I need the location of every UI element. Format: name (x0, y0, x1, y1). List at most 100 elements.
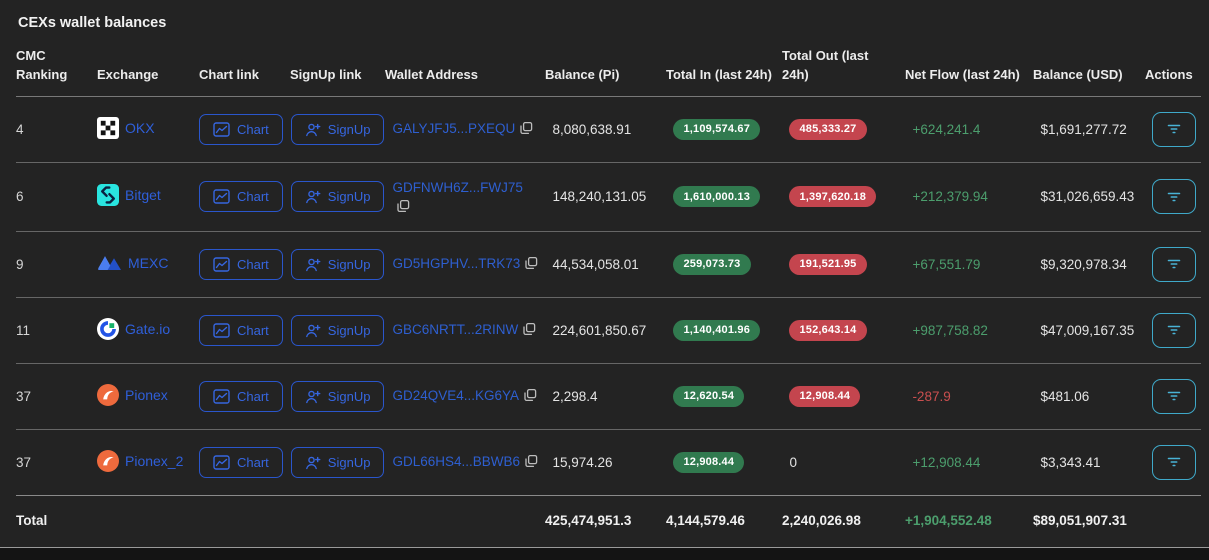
balance-pi-value: 148,240,131.05 (552, 189, 647, 205)
net-flow-value: +987,758.82 (912, 322, 988, 338)
net-flow-value: +212,379.94 (912, 189, 988, 205)
table-row: 4 OKX Chart SignUp GALYJFJ5...PXEQU 8,08… (16, 97, 1201, 163)
row-actions-button[interactable] (1152, 378, 1197, 414)
okx-logo-icon (97, 116, 119, 139)
signup-button[interactable]: SignUp (290, 248, 385, 280)
signup-button-label: SignUp (327, 322, 371, 338)
signup-button-label: SignUp (327, 189, 371, 205)
copy-icon[interactable] (523, 388, 537, 405)
total-out-value: 1,397,620.18 (789, 186, 877, 208)
line-chart-icon (213, 454, 230, 470)
signup-button-label: SignUp (327, 388, 371, 404)
copy-icon[interactable] (524, 256, 538, 273)
chart-button-label: Chart (237, 256, 269, 272)
total-label: Total (16, 512, 48, 528)
total-balance-usd: $89,051,907.31 (1033, 512, 1127, 528)
wallet-address-link[interactable]: GDFNWH6Z...FWJ75 (392, 180, 523, 195)
total-out-value: 12,908.44 (789, 385, 861, 407)
exchange-link[interactable]: OKX (97, 116, 155, 139)
balance-usd-value: $31,026,659.43 (1040, 189, 1135, 205)
filter-icon (1166, 390, 1182, 402)
exchange-link[interactable]: Pionex_2 (97, 449, 184, 472)
wallet-address-link[interactable]: GD24QVE4...KG6YA (392, 388, 519, 403)
total-in-badge: 1,109,574.67 (673, 118, 761, 140)
balance-pi-value: 2,298.4 (552, 388, 598, 404)
person-plus-icon (305, 257, 321, 272)
copy-icon[interactable] (519, 121, 533, 138)
balance-usd-value: $1,691,277.72 (1040, 121, 1127, 137)
chart-button[interactable]: Chart (199, 181, 283, 213)
line-chart-icon (213, 189, 230, 204)
exchange-name: Pionex_2 (125, 452, 184, 469)
table-row: 9 MEXC Chart SignUp GD5HGPHV...TRK73 44,… (16, 232, 1201, 298)
column-header-cmc-ranking: CMC Ranking (16, 48, 68, 82)
mexc-logo-icon (97, 253, 122, 273)
total-out-value: 0 (789, 454, 797, 470)
chart-button[interactable]: Chart (199, 248, 283, 280)
line-chart-icon (213, 322, 230, 338)
chart-button-label: Chart (237, 121, 269, 137)
total-row: Total 425,474,951.3 4,144,579.46 2,240,0… (16, 494, 1201, 547)
exchange-link[interactable]: MEXC (97, 253, 168, 273)
balance-pi-value: 8,080,638.91 (552, 121, 632, 137)
total-in-badge: 1,140,401.96 (673, 319, 761, 341)
net-flow-value: +12,908.44 (912, 454, 981, 470)
copy-icon[interactable] (522, 322, 536, 339)
total-in-badge: 12,908.44 (673, 451, 745, 473)
total-out-value: 2,240,026.98 (782, 512, 861, 528)
balance-usd-value: $9,320,978.34 (1040, 256, 1127, 272)
chart-button[interactable]: Chart (199, 113, 283, 145)
chart-button-label: Chart (237, 322, 269, 338)
row-actions-button[interactable] (1152, 179, 1197, 215)
signup-button[interactable]: SignUp (290, 446, 385, 478)
filter-icon (1166, 456, 1182, 468)
chart-button-label: Chart (237, 454, 269, 470)
exchange-link[interactable]: Bitget (97, 184, 161, 207)
pionex-logo-icon (97, 449, 119, 472)
wallet-address-link[interactable]: GBC6NRTT...2RINW (392, 322, 518, 337)
gateio-logo-icon (97, 317, 119, 340)
filter-icon (1166, 324, 1182, 336)
row-actions-button[interactable] (1152, 312, 1197, 348)
balance-usd-value: $481.06 (1040, 388, 1090, 404)
cex-wallet-balances-card: CEXs wallet balances CMC Ranking Exchang… (0, 0, 1209, 548)
signup-button-label: SignUp (327, 454, 371, 470)
copy-icon[interactable] (396, 199, 410, 216)
wallet-address-link[interactable]: GD5HGPHV...TRK73 (392, 256, 520, 271)
column-header-wallet-address: Wallet Address (385, 66, 478, 82)
signup-button[interactable]: SignUp (290, 314, 385, 346)
column-header-total-out: Total Out (last 24h) (782, 48, 869, 82)
table-body: 4 OKX Chart SignUp GALYJFJ5...PXEQU 8,08… (16, 97, 1201, 496)
signup-button-label: SignUp (327, 121, 371, 137)
column-header-balance-usd: Balance (USD) (1033, 66, 1123, 82)
signup-button[interactable]: SignUp (290, 380, 385, 412)
exchange-link[interactable]: Pionex (97, 383, 168, 406)
row-actions-button[interactable] (1152, 246, 1197, 282)
wallet-address-link[interactable]: GALYJFJ5...PXEQU (392, 121, 515, 136)
chart-button[interactable]: Chart (199, 446, 283, 478)
signup-button-label: SignUp (327, 256, 371, 272)
total-balance-pi: 425,474,951.3 (545, 512, 632, 528)
chart-button[interactable]: Chart (199, 314, 283, 346)
row-actions-button[interactable] (1152, 444, 1197, 480)
table-row: 37 Pionex Chart SignUp GD24QVE4...KG6YA … (16, 364, 1201, 430)
filter-icon (1166, 258, 1182, 270)
exchange-link[interactable]: Gate.io (97, 317, 170, 340)
balance-usd-value: $3,343.41 (1040, 454, 1101, 470)
balance-pi-value: 15,974.26 (552, 454, 613, 470)
chart-button[interactable]: Chart (199, 380, 283, 412)
total-net-flow-value: +1,904,552.48 (905, 512, 992, 528)
exchange-name: Pionex (125, 386, 168, 403)
total-in-badge: 12,620.54 (673, 385, 745, 407)
row-actions-button[interactable] (1152, 111, 1197, 147)
balance-usd-value: $47,009,167.35 (1040, 322, 1135, 338)
net-flow-value: -287.9 (912, 388, 951, 404)
wallet-address-link[interactable]: GDL66HS4...BBWB6 (392, 454, 520, 469)
net-flow-value: +67,551.79 (912, 256, 981, 272)
copy-icon[interactable] (524, 454, 538, 471)
filter-icon (1166, 123, 1182, 135)
total-in-value: 4,144,579.46 (666, 512, 745, 528)
line-chart-icon (213, 256, 230, 272)
signup-button[interactable]: SignUp (290, 113, 385, 145)
signup-button[interactable]: SignUp (290, 181, 385, 213)
